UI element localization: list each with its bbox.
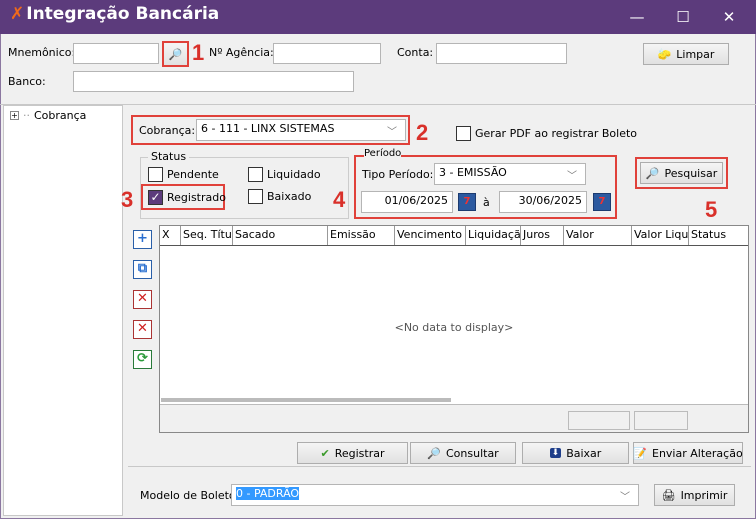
delete-icon[interactable]: ✕ xyxy=(133,290,152,309)
consultar-button[interactable]: 🔎 Consultar xyxy=(410,442,516,464)
pesquisar-label: Pesquisar xyxy=(664,166,718,180)
tree-panel xyxy=(3,105,123,516)
eraser-icon: 🧽 xyxy=(657,47,672,61)
date-from-input[interactable]: 01/06/2025 xyxy=(361,191,453,213)
chevron-down-icon: ﹀ xyxy=(567,171,577,182)
column-header-liquidacao[interactable]: Liquidação xyxy=(466,226,521,245)
registrado-checkbox[interactable]: ✓ xyxy=(148,190,163,205)
gerar-pdf-label: Gerar PDF ao registrar Boleto xyxy=(475,127,638,140)
checkmark-icon: ✔ xyxy=(320,446,330,460)
column-header-x[interactable]: X xyxy=(160,226,181,245)
separator xyxy=(128,466,751,467)
maximize-button[interactable]: ☐ xyxy=(660,0,706,34)
column-header-emissao[interactable]: Emissão xyxy=(328,226,395,245)
grid-footer xyxy=(160,404,748,405)
data-grid: X Seq. Títul Sacado Emissão Vencimento L… xyxy=(159,225,749,433)
calendar-icon[interactable]: 7 xyxy=(593,193,611,211)
banco-input[interactable] xyxy=(73,71,354,92)
cobranca-value: 6 - 111 - LINX SISTEMAS xyxy=(201,122,335,135)
baixado-checkbox[interactable] xyxy=(248,189,263,204)
add-icon[interactable]: + xyxy=(133,230,152,249)
baixar-label: Baixar xyxy=(566,446,602,460)
magnifier-icon: 🔎 xyxy=(427,446,441,460)
magnifier-icon: 🔎 xyxy=(645,166,660,180)
baixado-label: Baixado xyxy=(267,190,312,203)
printer-icon: 🖨 xyxy=(661,488,676,502)
delete-multiple-icon[interactable]: ✕ xyxy=(133,320,152,339)
column-header-juros[interactable]: Juros xyxy=(521,226,564,245)
agencia-label: Nº Agência: xyxy=(209,46,274,59)
imprimir-button[interactable]: 🖨 Imprimir xyxy=(654,484,735,506)
tipo-periodo-label: Tipo Período: xyxy=(362,168,434,181)
download-icon: ⬇ xyxy=(549,448,562,458)
periodo-legend: Período xyxy=(364,148,402,159)
tree-item-cobranca[interactable]: + ·· Cobrança xyxy=(10,109,86,122)
footer-summary-cell xyxy=(568,411,630,430)
date-separator: à xyxy=(483,196,490,209)
column-header-vencimento[interactable]: Vencimento xyxy=(395,226,466,245)
enviar-alteracao-button[interactable]: 📝 Enviar Alteração xyxy=(633,442,743,464)
registrar-label: Registrar xyxy=(334,446,385,460)
column-header-sacado[interactable]: Sacado xyxy=(233,226,328,245)
window-title: ✗ Integração Bancária xyxy=(10,4,219,24)
banco-label: Banco: xyxy=(8,75,46,88)
column-header-valor-liquido[interactable]: Valor Liquic xyxy=(632,226,689,245)
chevron-down-icon: ﹀ xyxy=(387,127,397,138)
annotation-2: 2 xyxy=(416,120,429,145)
window-title-text: Integração Bancária xyxy=(26,4,220,24)
column-header-status[interactable]: Status xyxy=(689,226,748,245)
minimize-button[interactable]: — xyxy=(614,0,660,34)
app-logo-icon: ✗ xyxy=(10,4,25,24)
imprimir-label: Imprimir xyxy=(680,488,728,502)
registrado-label: Registrado xyxy=(167,191,226,204)
edit-document-icon: 📝 xyxy=(633,446,647,460)
modelo-select[interactable]: 0 - PADRÃO ﹀ xyxy=(231,484,639,506)
pendente-checkbox[interactable] xyxy=(148,167,163,182)
mnemonico-input[interactable] xyxy=(73,43,159,64)
tree-item-label: Cobrança xyxy=(34,109,87,122)
annotation-4: 4 xyxy=(333,187,346,212)
conta-input[interactable] xyxy=(436,43,567,64)
tree-line: ·· xyxy=(23,109,30,122)
modelo-value: 0 - PADRÃO xyxy=(236,487,300,500)
status-legend: Status xyxy=(148,150,190,163)
gerar-pdf-checkbox[interactable] xyxy=(456,126,471,141)
grid-header: X Seq. Títul Sacado Emissão Vencimento L… xyxy=(160,226,748,246)
refresh-icon[interactable]: ⟳ xyxy=(133,350,152,369)
search-mnemonico-button[interactable]: 🔎 xyxy=(162,41,189,67)
pesquisar-button[interactable]: 🔎 Pesquisar xyxy=(640,162,723,184)
magnifier-icon: 🔎 xyxy=(168,47,183,61)
column-header-valor[interactable]: Valor xyxy=(564,226,632,245)
date-to-input[interactable]: 30/06/2025 xyxy=(499,191,587,213)
limpar-button[interactable]: 🧽 Limpar xyxy=(643,43,729,65)
calendar-icon[interactable]: 7 xyxy=(458,193,476,211)
cobranca-select[interactable]: 6 - 111 - LINX SISTEMAS ﹀ xyxy=(196,119,406,141)
annotation-3: 3 xyxy=(121,187,134,212)
tipo-periodo-value: 3 - EMISSÃO xyxy=(439,166,507,179)
modelo-label: Modelo de Boleto: xyxy=(140,489,240,502)
pendente-label: Pendente xyxy=(167,168,219,181)
agencia-input[interactable] xyxy=(273,43,381,64)
empty-message: <No data to display> xyxy=(394,321,514,334)
conta-label: Conta: xyxy=(397,46,434,59)
add-multiple-icon[interactable]: ⧉ xyxy=(133,260,152,279)
enviar-alteracao-label: Enviar Alteração xyxy=(652,446,743,460)
cobranca-label: Cobrança: xyxy=(139,124,196,137)
annotation-5: 5 xyxy=(705,197,718,222)
consultar-label: Consultar xyxy=(445,446,499,460)
baixar-button[interactable]: ⬇ Baixar xyxy=(522,442,629,464)
annotation-1: 1 xyxy=(192,40,205,65)
expand-icon[interactable]: + xyxy=(10,111,19,120)
limpar-label: Limpar xyxy=(676,47,715,61)
mnemonico-label: Mnemônico: xyxy=(8,46,76,59)
chevron-down-icon: ﹀ xyxy=(620,492,630,503)
footer-summary-cell xyxy=(634,411,688,430)
registrar-button[interactable]: ✔ Registrar xyxy=(297,442,408,464)
tipo-periodo-select[interactable]: 3 - EMISSÃO ﹀ xyxy=(434,163,586,185)
column-header-seq[interactable]: Seq. Títul xyxy=(181,226,233,245)
liquidado-checkbox[interactable] xyxy=(248,167,263,182)
horizontal-scrollbar[interactable] xyxy=(161,398,451,402)
liquidado-label: Liquidado xyxy=(267,168,321,181)
close-button[interactable]: ✕ xyxy=(706,0,752,34)
